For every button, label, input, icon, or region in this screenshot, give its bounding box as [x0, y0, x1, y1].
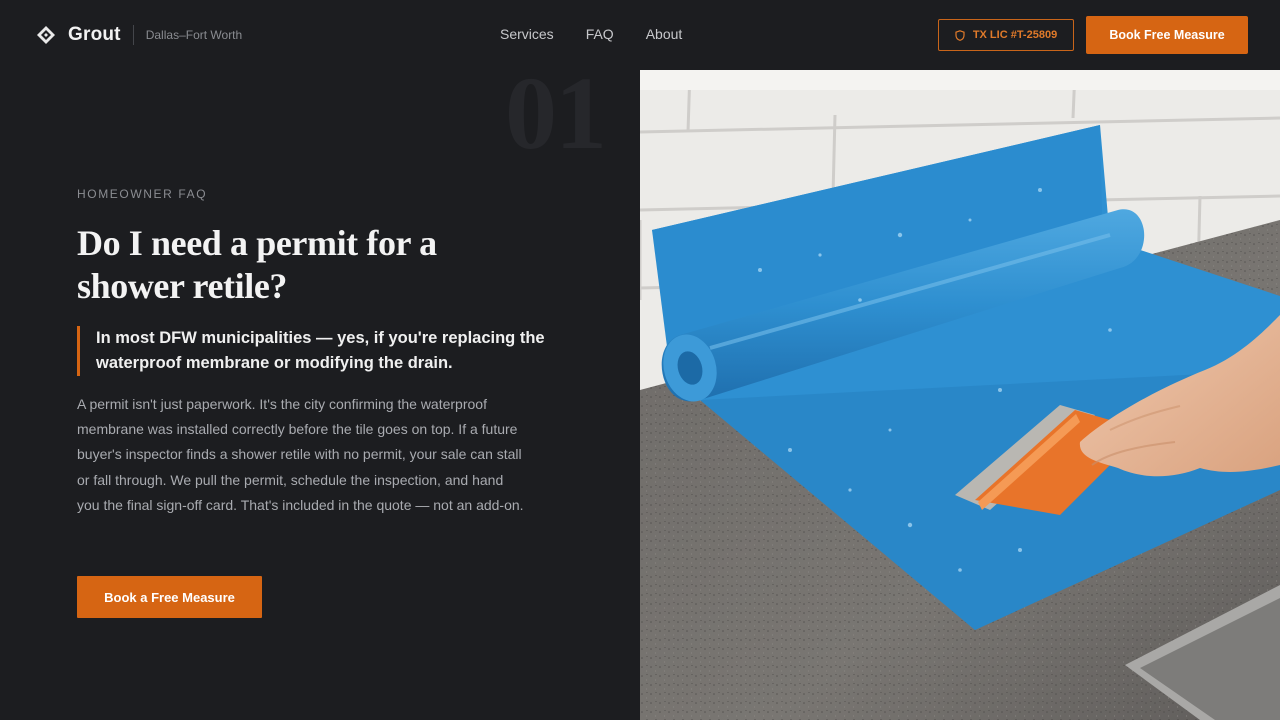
license-badge: TX LIC #T-25809	[938, 19, 1074, 51]
brand-name: Grout	[68, 24, 121, 45]
service-area-label: Dallas–Fort Worth	[145, 28, 243, 42]
nav-faq[interactable]: FAQ	[586, 26, 614, 42]
site-header: Grout Dallas–Fort Worth Services FAQ Abo…	[0, 0, 1280, 70]
section-number: 01	[505, 56, 607, 171]
membrane-install-illustration	[640, 70, 1280, 720]
nav-services[interactable]: Services	[500, 26, 554, 42]
answer-body: A permit isn't just paperwork. It's the …	[77, 396, 524, 513]
shield-icon	[955, 29, 965, 41]
page-title: Do I need a permit for a shower retile?	[77, 223, 437, 306]
book-a-free-measure-button[interactable]: Book a Free Measure	[77, 576, 262, 618]
membrane-install-photo	[640, 70, 1280, 720]
eyebrow-label: HOMEOWNER FAQ	[77, 187, 208, 201]
brand-divider	[132, 25, 134, 45]
brand-home-link[interactable]: Grout Dallas–Fort Worth	[36, 22, 242, 48]
answer-callout: In most DFW municipalities — yes, if you…	[77, 326, 547, 376]
diamond-logo-icon	[37, 26, 55, 44]
license-number: TX LIC #T-25809	[972, 29, 1058, 41]
book-free-measure-button[interactable]: Book Free Measure	[1086, 16, 1248, 54]
nav-about[interactable]: About	[646, 26, 683, 42]
main-nav: Services FAQ About	[500, 26, 682, 42]
